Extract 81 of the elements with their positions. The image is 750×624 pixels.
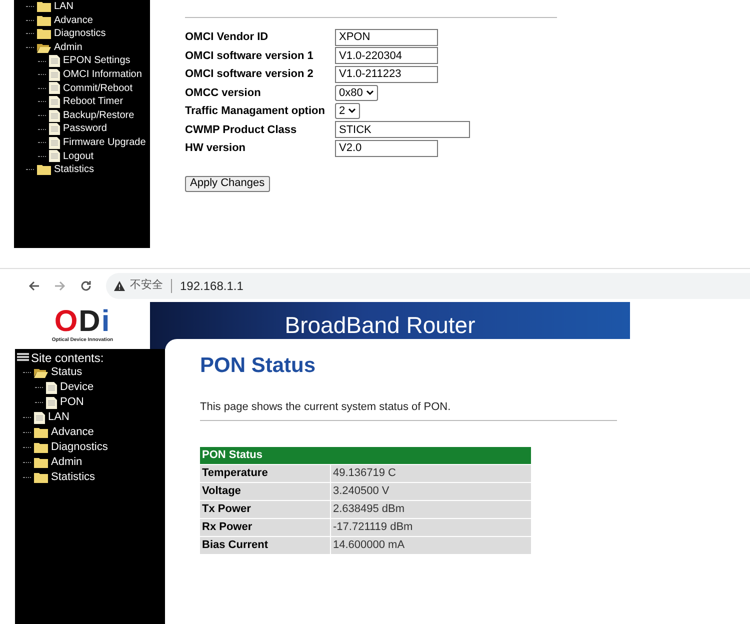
folder-icon — [34, 457, 48, 468]
tree-item[interactable]: Reboot Timer — [63, 95, 124, 109]
folder-icon — [34, 442, 48, 453]
field-label: OMCI software version 1 — [185, 48, 314, 64]
table-cell: Tx Power — [200, 500, 330, 518]
text-field[interactable]: XPON — [335, 28, 438, 46]
apply-changes-button[interactable]: Apply Changes — [185, 176, 270, 192]
page-icon — [49, 123, 60, 136]
tree-item[interactable]: Advance — [54, 14, 93, 28]
page-icon — [49, 68, 60, 81]
folder-icon — [34, 427, 48, 438]
chevron-down-icon — [366, 90, 374, 96]
page-icon — [49, 96, 60, 108]
security-label: 不安全 — [130, 278, 163, 294]
tree-item[interactable]: Device — [60, 380, 94, 395]
page-icon — [49, 110, 60, 122]
address-bar[interactable]: 不安全 192.168.1.1 — [106, 272, 750, 298]
dropdown[interactable]: 2 — [335, 103, 360, 120]
back-icon[interactable] — [28, 280, 40, 292]
folder-icon — [37, 1, 51, 12]
tree-item[interactable]: Backup/Restore — [63, 108, 134, 122]
text-field[interactable]: V1.0-211223 — [335, 66, 438, 83]
table-cell: 49.136719 C — [331, 464, 531, 482]
tree-item[interactable]: Admin — [54, 40, 82, 54]
warning-icon — [114, 280, 125, 290]
page-title: PON Status — [200, 353, 317, 379]
tree-item[interactable]: LAN — [48, 410, 70, 425]
text-field[interactable]: STICK — [335, 121, 470, 138]
tree-item[interactable]: Firmware Upgrade — [63, 136, 146, 150]
tree-item[interactable]: EPON Settings — [63, 54, 130, 68]
table-cell: Voltage — [200, 482, 330, 500]
tree-item[interactable]: Advance — [51, 425, 94, 440]
table-cell: 14.600000 mA — [331, 536, 531, 554]
tree-item[interactable]: Statistics — [54, 163, 94, 177]
field-label: OMCI software version 2 — [185, 67, 314, 82]
field-label: CWMP Product Class — [185, 122, 298, 138]
page-icon — [46, 382, 57, 394]
page-description: This page shows the current system status of PON. — [200, 400, 452, 415]
tree-item[interactable]: Admin — [51, 455, 82, 470]
page-icon — [49, 150, 60, 162]
open-folder-icon — [37, 42, 51, 54]
tree-item[interactable]: PON — [60, 395, 84, 410]
field-label: OMCI Vendor ID — [185, 30, 270, 45]
tree-item[interactable]: Diagnostics — [54, 27, 106, 41]
table-cell: 3.240500 V — [331, 482, 531, 500]
table-cell: Temperature — [200, 464, 330, 482]
table-cell: 2.638495 dBm — [331, 500, 531, 518]
tree-item[interactable]: Password — [63, 122, 107, 136]
open-folder-icon — [34, 367, 48, 378]
page-icon — [34, 412, 45, 424]
text-field[interactable]: V2.0 — [335, 140, 438, 157]
tree-item[interactable]: Logout — [63, 150, 94, 164]
tree-item[interactable]: Statistics — [51, 470, 96, 485]
sidebar-title: Site contents: — [31, 351, 104, 365]
dropdown[interactable]: 0x80 — [335, 84, 378, 101]
tree-root-icon — [17, 353, 29, 363]
reload-icon[interactable] — [80, 280, 92, 292]
table-heading: PON Status — [200, 446, 531, 464]
page-icon — [49, 82, 60, 94]
page-icon — [49, 136, 60, 149]
table-cell: Bias Current — [200, 536, 330, 554]
folder-icon — [34, 472, 48, 483]
chevron-down-icon — [348, 108, 356, 114]
folder-icon — [37, 14, 51, 26]
table-cell: -17.721119 dBm — [331, 518, 531, 536]
field-label: HW version — [185, 141, 247, 156]
page-icon — [49, 55, 60, 68]
page-icon — [46, 396, 57, 408]
tree-item[interactable]: Commit/Reboot — [63, 82, 132, 96]
text-field[interactable]: V1.0-220304 — [335, 47, 438, 64]
url-text: 192.168.1.1 — [180, 278, 244, 294]
tree-item[interactable]: LAN — [54, 0, 74, 14]
tree-item[interactable]: OMCI Information — [63, 68, 142, 82]
field-label: OMCC version — [185, 86, 262, 100]
field-label: Traffic Managament option — [185, 104, 326, 119]
folder-icon — [37, 164, 51, 176]
tree-item[interactable]: Status — [51, 365, 82, 380]
table-cell: Rx Power — [200, 518, 330, 536]
header-title: BroadBand Router — [284, 311, 476, 340]
folder-icon — [37, 28, 51, 40]
tree-item[interactable]: Diagnostics — [51, 440, 108, 455]
